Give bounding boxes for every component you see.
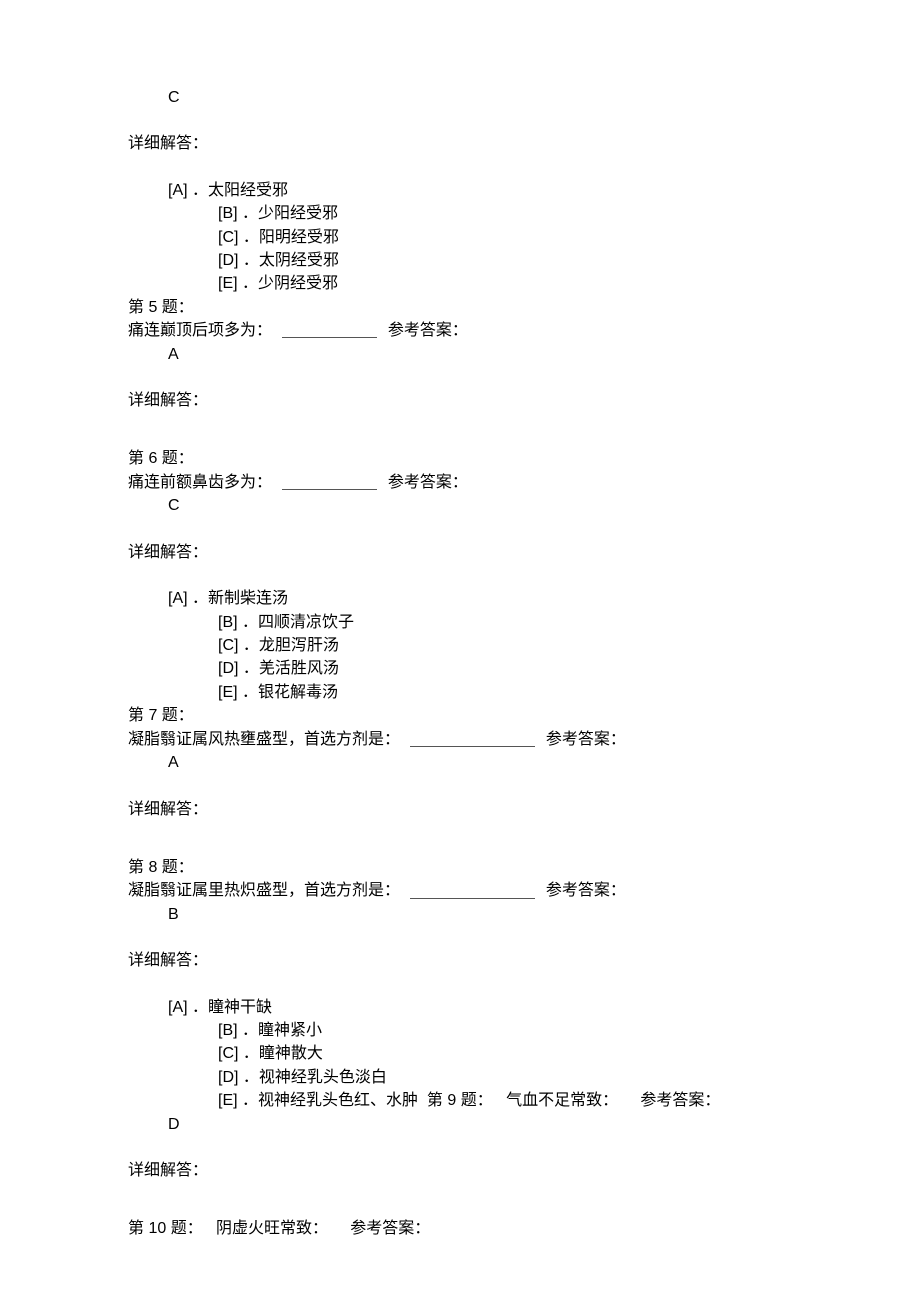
q8-answer: B — [168, 906, 179, 923]
q7-header: 第 7 题： — [128, 705, 860, 727]
option-b: [B] ．四顺清凉饮子 — [128, 612, 860, 634]
option-e-q9: [E] ．视神经乳头色红、水肿 第 9 题： 气血不足常致： 参考答案： — [128, 1090, 860, 1112]
detail-label: 详细解答： — [128, 950, 860, 972]
detail-label: 详细解答： — [128, 542, 860, 564]
q9-answer: D — [168, 1116, 180, 1133]
option-c: [C] ．龙胆泻肝汤 — [128, 635, 860, 657]
option-d: [D] ．视神经乳头色淡白 — [128, 1067, 860, 1089]
detail-label: 详细解答： — [128, 1160, 860, 1182]
blank-line — [282, 323, 377, 338]
detail-label: 详细解答： — [128, 133, 860, 155]
q10-line: 第 10 题： 阴虚火旺常致： 参考答案： — [128, 1218, 860, 1240]
option-d: [D] ．太阴经受邪 — [128, 250, 860, 272]
option-e: [E] ．少阴经受邪 — [128, 273, 860, 295]
q5-line: 痛连巅顶后项多为： 参考答案： — [128, 320, 860, 343]
option-d: [D] ．羌活胜风汤 — [128, 658, 860, 680]
option-c: [C] ．阳明经受邪 — [128, 227, 860, 249]
detail-label: 详细解答： — [128, 390, 860, 412]
q8-header: 第 8 题： — [128, 857, 860, 879]
option-b: [B] ．瞳神紧小 — [128, 1020, 860, 1042]
q7-answer: A — [168, 754, 179, 771]
q6-line: 痛连前额鼻齿多为： 参考答案： — [128, 472, 860, 495]
blank-line — [282, 475, 377, 490]
q8-line: 凝脂翳证属里热炽盛型，首选方剂是： 参考答案： — [128, 880, 860, 903]
blank-line — [410, 732, 535, 747]
option-b: [B] ．少阳经受邪 — [128, 203, 860, 225]
option-a: [A] ．新制柴连汤 — [128, 588, 860, 610]
q5-header: 第 5 题： — [128, 297, 860, 319]
q5-answer: A — [168, 346, 179, 363]
q6-answer: C — [168, 497, 180, 514]
blank-line — [410, 883, 535, 898]
detail-label: 详细解答： — [128, 799, 860, 821]
option-a: [A] ．太阳经受邪 — [128, 180, 860, 202]
option-a: [A] ．瞳神干缺 — [128, 997, 860, 1019]
q6-header: 第 6 题： — [128, 448, 860, 470]
option-e: [E] ．银花解毒汤 — [128, 682, 860, 704]
answer-prev: C — [168, 89, 180, 106]
option-c: [C] ．瞳神散大 — [128, 1043, 860, 1065]
q7-line: 凝脂翳证属风热壅盛型，首选方剂是： 参考答案： — [128, 729, 860, 752]
